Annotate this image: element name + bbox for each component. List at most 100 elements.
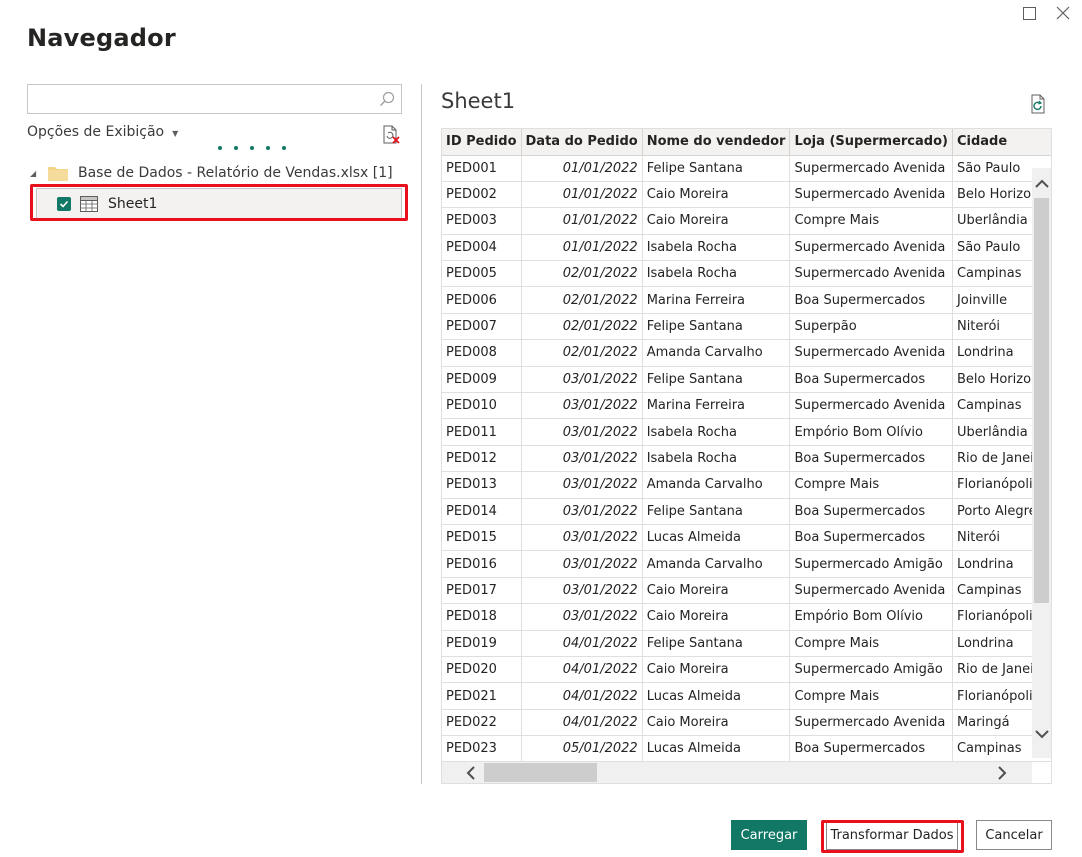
table-cell: 01/01/2022 <box>521 181 643 209</box>
table-cell: 03/01/2022 <box>521 471 643 499</box>
table-cell: Supermercado Avenida <box>789 234 953 262</box>
table-cell: Supermercado Avenida <box>789 709 953 737</box>
table-cell: Marina Ferreira <box>642 392 791 420</box>
table-cell: Felipe Santana <box>642 498 791 525</box>
tree-item-sheet1[interactable]: Sheet1 <box>36 188 402 220</box>
table-cell: Compre Mais <box>789 630 953 657</box>
table-row: PED016 03/01/2022 Amanda Carvalho Supermerc… <box>442 550 1051 578</box>
table-cell: 03/01/2022 <box>521 418 643 446</box>
table-cell: PED021 <box>442 682 522 710</box>
expand-triangle-icon[interactable]: ◢ <box>30 169 46 178</box>
table-cell: Marina Ferreira <box>642 286 791 314</box>
data-preview-grid[interactable]: ID Pedido Data do Pedido Nome do vendedor L… <box>441 128 1052 784</box>
table-cell: Felipe Santana <box>642 313 791 341</box>
table-cell: PED004 <box>442 234 522 262</box>
preview-table: ID Pedido Data do Pedido Nome do vendedor L… <box>442 129 1051 763</box>
refresh-preview-icon[interactable] <box>1029 94 1049 114</box>
column-header[interactable]: Nome do vendedor <box>642 129 791 156</box>
table-cell: 05/01/2022 <box>521 735 643 763</box>
table-row: PED021 04/01/2022 Lucas Almeida Compre Mais… <box>442 682 1051 710</box>
table-cell: PED002 <box>442 181 522 209</box>
table-cell: Boa Supermercados <box>789 498 953 525</box>
table-cell: PED007 <box>442 313 522 341</box>
transform-data-button[interactable]: Transformar Dados <box>826 820 958 850</box>
table-cell: Amanda Carvalho <box>642 471 791 499</box>
load-button[interactable]: Carregar <box>731 820 807 850</box>
chevron-down-icon: ▼ <box>172 128 179 138</box>
column-header[interactable]: Data do Pedido <box>521 129 643 156</box>
column-header[interactable]: ID Pedido <box>442 129 522 156</box>
scroll-up-icon[interactable] <box>1032 173 1051 193</box>
table-row: PED009 03/01/2022 Felipe Santana Boa Superm… <box>442 366 1051 394</box>
pane-divider[interactable] <box>421 84 422 784</box>
scroll-left-icon[interactable] <box>458 762 482 783</box>
table-cell: 03/01/2022 <box>521 498 643 525</box>
table-cell: 03/01/2022 <box>521 392 643 420</box>
table-cell: Isabela Rocha <box>642 260 791 288</box>
view-options-dropdown[interactable]: Opções de Exibição ▼ <box>27 124 178 140</box>
search-input[interactable] <box>28 85 368 113</box>
table-row: PED007 02/01/2022 Felipe Santana Superpão Ni… <box>442 313 1051 341</box>
table-cell: 03/01/2022 <box>521 366 643 394</box>
table-cell: 02/01/2022 <box>521 260 643 288</box>
tree-root-label: Base de Dados - Relatório de Vendas.xlsx… <box>78 165 393 181</box>
vertical-scroll-thumb[interactable] <box>1034 198 1049 603</box>
cancel-button[interactable]: Cancelar <box>976 820 1052 850</box>
maximize-icon[interactable] <box>1014 0 1044 26</box>
search-input-container[interactable] <box>27 84 402 114</box>
table-cell: PED006 <box>442 286 522 314</box>
table-cell: PED020 <box>442 656 522 684</box>
table-cell: 03/01/2022 <box>521 603 643 631</box>
table-cell: Caio Moreira <box>642 181 791 209</box>
table-cell: 04/01/2022 <box>521 682 643 710</box>
sheet1-checkbox[interactable] <box>57 197 71 211</box>
table-row: PED022 04/01/2022 Caio Moreira Supermercado… <box>442 709 1051 737</box>
table-cell: PED019 <box>442 630 522 657</box>
table-cell: Lucas Almeida <box>642 524 791 552</box>
tree-root-workbook[interactable]: ◢ Base de Dados - Relatório de Vendas.xl… <box>30 162 393 184</box>
search-icon[interactable] <box>373 85 401 113</box>
table-cell: Lucas Almeida <box>642 682 791 710</box>
table-cell: Caio Moreira <box>642 709 791 737</box>
column-header[interactable]: Cidade <box>952 129 1051 156</box>
table-cell: Isabela Rocha <box>642 445 791 473</box>
table-cell: Supermercado Avenida <box>789 260 953 288</box>
column-header[interactable]: Loja (Supermercado) <box>789 129 953 156</box>
table-icon <box>80 196 98 212</box>
table-cell: 03/01/2022 <box>521 577 643 605</box>
table-cell: Supermercado Avenida <box>789 577 953 605</box>
table-cell: PED008 <box>442 339 522 367</box>
clear-refresh-icon[interactable] <box>380 124 402 146</box>
table-cell: Isabela Rocha <box>642 418 791 446</box>
table-row: PED010 03/01/2022 Marina Ferreira Supermerc… <box>442 392 1051 420</box>
table-cell: PED012 <box>442 445 522 473</box>
table-cell: 01/01/2022 <box>521 207 643 235</box>
table-cell: Lucas Almeida <box>642 735 791 763</box>
table-cell: Compre Mais <box>789 682 953 710</box>
scroll-down-icon[interactable] <box>1032 724 1051 744</box>
table-row: PED014 03/01/2022 Felipe Santana Boa Superm… <box>442 498 1051 525</box>
table-row: PED013 03/01/2022 Amanda Carvalho Compre Ma… <box>442 471 1051 499</box>
table-cell: 04/01/2022 <box>521 709 643 737</box>
table-row: PED017 03/01/2022 Caio Moreira Supermercado… <box>442 577 1051 605</box>
table-cell: Empório Bom Olívio <box>789 418 953 446</box>
close-icon[interactable] <box>1048 0 1078 26</box>
table-cell: 03/01/2022 <box>521 445 643 473</box>
table-row: PED004 01/01/2022 Isabela Rocha Supermercad… <box>442 234 1051 262</box>
table-cell: Caio Moreira <box>642 603 791 631</box>
vertical-scrollbar[interactable] <box>1032 168 1051 758</box>
horizontal-scrollbar[interactable] <box>442 762 1032 783</box>
table-cell: Supermercado Amigão <box>789 656 953 684</box>
table-row: PED003 01/01/2022 Caio Moreira Compre Mais U… <box>442 207 1051 235</box>
table-cell: Boa Supermercados <box>789 524 953 552</box>
scroll-right-icon[interactable] <box>990 762 1014 783</box>
table-cell: PED017 <box>442 577 522 605</box>
horizontal-scroll-thumb[interactable] <box>484 763 597 782</box>
table-cell: 01/01/2022 <box>521 155 643 182</box>
table-cell: PED003 <box>442 207 522 235</box>
table-row: PED001 01/01/2022 Felipe Santana Supermerca… <box>442 155 1051 182</box>
table-cell: 03/01/2022 <box>521 550 643 578</box>
table-cell: 01/01/2022 <box>521 234 643 262</box>
page-title: Navegador <box>27 24 176 52</box>
table-cell: 02/01/2022 <box>521 313 643 341</box>
